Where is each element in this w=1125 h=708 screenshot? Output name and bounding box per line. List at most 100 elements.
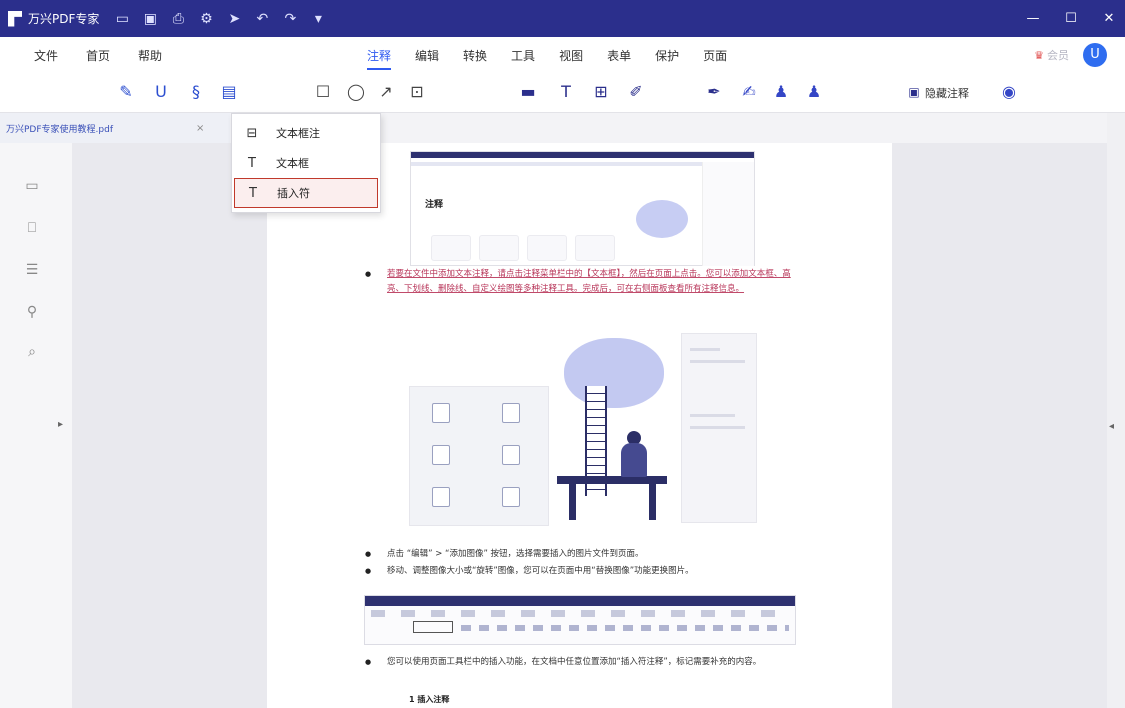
- comment-icon[interactable]: ▬: [517, 81, 539, 103]
- tab-protect[interactable]: 保护: [655, 47, 679, 64]
- tab-page[interactable]: 页面: [703, 47, 727, 64]
- stamp-menu-icon[interactable]: ♟: [803, 81, 825, 103]
- stamp-icon[interactable]: ♟: [770, 81, 792, 103]
- illustration-card: [409, 386, 549, 526]
- marker-icon[interactable]: ✒: [703, 81, 725, 103]
- quick-access-toolbar: ▭ ▣ ⎙ ⚙ ➤ ↶ ↷ ▾: [113, 11, 327, 27]
- bullet-item: 移动、调整图像大小或“旋转”图像，您可以在页面中用“替换图像”功能更换图片。: [365, 564, 795, 579]
- avatar[interactable]: U: [1083, 43, 1107, 67]
- text-icon[interactable]: T: [555, 81, 577, 103]
- tab-convert[interactable]: 转换: [463, 47, 487, 64]
- pen-clip-icon[interactable]: §: [185, 81, 207, 103]
- document-icon: [432, 403, 450, 423]
- document-icon: [502, 445, 520, 465]
- desk-leg: [649, 484, 656, 520]
- share-icon[interactable]: ➤: [225, 11, 243, 27]
- panel-line: [690, 348, 720, 351]
- panel-line: [690, 414, 735, 417]
- dropdown-item-insert-text[interactable]: T 插入符: [234, 178, 378, 208]
- hide-comments-icon[interactable]: ▣: [903, 81, 925, 103]
- panel-line: [690, 360, 745, 363]
- hide-comments-label[interactable]: 隐藏注释: [925, 85, 969, 101]
- pen-icon: [502, 487, 520, 507]
- settings-icon[interactable]: ⚙: [197, 11, 215, 27]
- bookmark-icon[interactable]: ⎕: [23, 219, 41, 237]
- dropdown-item-label: 插入符: [277, 187, 310, 200]
- undo-icon[interactable]: ↶: [253, 11, 271, 27]
- shot-header-bar: [365, 596, 795, 606]
- collapse-sidebar-icon[interactable]: ▸: [58, 419, 63, 430]
- minimize-button[interactable]: —: [1025, 11, 1041, 26]
- person-illustration-icon: [621, 443, 647, 477]
- arrow-icon[interactable]: ↗: [375, 81, 397, 103]
- right-panel-strip: ◂: [1107, 113, 1125, 708]
- tab-tools[interactable]: 工具: [511, 47, 535, 64]
- dropdown-item-text-box[interactable]: T 文本框: [234, 148, 378, 178]
- bullet-item: 点击 “编辑” > “添加图像” 按钮，选择需要插入的图片文件到页面。: [365, 547, 795, 562]
- vip-label: 会员: [1047, 49, 1069, 62]
- comments-list-icon[interactable]: ☰: [23, 261, 41, 279]
- tab-view[interactable]: 视图: [559, 47, 583, 64]
- vip-badge[interactable]: ♛ 会员: [1034, 47, 1069, 63]
- text-tools-dropdown: ⊟ 文本框注 T 文本框 T 插入符: [231, 113, 381, 213]
- menu-home[interactable]: 首页: [86, 47, 110, 64]
- shot-header-bar: [411, 152, 754, 158]
- bullet-text: 移动、调整图像大小或“旋转”图像，您可以在页面中用“替换图像”功能更换图片。: [387, 566, 694, 576]
- tab-form[interactable]: 表单: [607, 47, 631, 64]
- bullet-highlighted: 若要在文件中添加文本注释，请点击注释菜单栏中的【文本框】，然后在页面上点击。您可…: [365, 267, 795, 297]
- menu-help[interactable]: 帮助: [138, 47, 162, 64]
- text-callout-icon: ⊟: [246, 125, 258, 141]
- rectangle-icon[interactable]: ☐: [312, 81, 334, 103]
- close-tab-icon[interactable]: ×: [196, 123, 204, 134]
- cloud-illustration-icon: [564, 338, 664, 408]
- cloud-icon: [432, 487, 450, 507]
- search-icon[interactable]: ⌕: [23, 343, 41, 361]
- ribbon-tabs: 注释 编辑 转换 工具 视图 表单 保护 页面: [367, 37, 727, 73]
- sign-icon[interactable]: ✍: [738, 81, 760, 103]
- highlight-icon[interactable]: ✎: [115, 81, 137, 103]
- menu-file[interactable]: 文件: [34, 47, 58, 64]
- app-title: 万兴PDF专家: [28, 12, 100, 26]
- text-note-icon[interactable]: ▤: [218, 81, 240, 103]
- document-tab-name: 万兴PDF专家使用教程.pdf: [6, 124, 113, 135]
- main-menu: 文件 首页 帮助: [34, 47, 162, 64]
- shot-menu-row: [371, 610, 789, 617]
- cloud-illustration-icon: [636, 200, 688, 238]
- print-icon[interactable]: ⎙: [169, 11, 187, 27]
- desk-illustration-icon: [557, 476, 667, 484]
- illustration-side-panel: [681, 333, 757, 523]
- dropdown-item-text-callout[interactable]: ⊟ 文本框注: [234, 118, 378, 148]
- expand-panel-icon[interactable]: ◂: [1109, 421, 1114, 432]
- menu-bar: 文件 首页 帮助 注释 编辑 转换 工具 视图 表单 保护 页面 ♛ 会员 U: [0, 37, 1125, 73]
- close-button[interactable]: ✕: [1101, 11, 1117, 26]
- pencil-icon[interactable]: ✐: [625, 81, 647, 103]
- document-icon: [502, 403, 520, 423]
- tab-edit[interactable]: 编辑: [415, 47, 439, 64]
- eye-icon[interactable]: ◉: [998, 81, 1020, 103]
- thumbnail-icon[interactable]: ▭: [23, 177, 41, 195]
- bullet-item: 您可以使用页面工具栏中的插入功能，在文档中任意位置添加“插入符注释”，标记需要补…: [365, 655, 795, 670]
- title-bar: 万兴PDF专家 ▭ ▣ ⎙ ⚙ ➤ ↶ ↷ ▾ — ☐ ✕: [0, 0, 1125, 37]
- shot-title: 注释: [425, 200, 444, 210]
- open-file-icon[interactable]: ▭: [113, 11, 131, 27]
- maximize-button[interactable]: ☐: [1063, 11, 1079, 26]
- dropdown-item-label: 文本框: [276, 157, 309, 170]
- circle-icon[interactable]: ◯: [345, 81, 367, 103]
- sub-heading: 1 插入注释: [409, 695, 450, 704]
- illustration-image: [409, 328, 757, 528]
- textbox-icon[interactable]: ⊞: [590, 81, 612, 103]
- redo-icon[interactable]: ↷: [281, 11, 299, 27]
- attachment-icon[interactable]: ⚲: [23, 303, 41, 321]
- tab-comment[interactable]: 注释: [367, 47, 392, 70]
- shot-tile: [479, 235, 519, 261]
- bullet-text: 您可以使用页面工具栏中的插入功能，在文档中任意位置添加“插入符注释”，标记需要补…: [387, 657, 762, 667]
- shot-tile: [431, 235, 471, 261]
- document-tab[interactable]: 万兴PDF专家使用教程.pdf ×: [0, 113, 230, 143]
- area-icon[interactable]: ⊡: [406, 81, 428, 103]
- dropdown-icon[interactable]: ▾: [309, 11, 327, 27]
- insert-text-icon: T: [249, 185, 257, 201]
- document-canvas: 注释 若要在文件中添加文本注释，请点击注释菜单栏中的【文本框】，然后在页面上点击…: [72, 143, 1115, 708]
- window-controls: — ☐ ✕: [1025, 0, 1117, 37]
- underline-icon[interactable]: U: [150, 81, 172, 103]
- save-icon[interactable]: ▣: [141, 11, 159, 27]
